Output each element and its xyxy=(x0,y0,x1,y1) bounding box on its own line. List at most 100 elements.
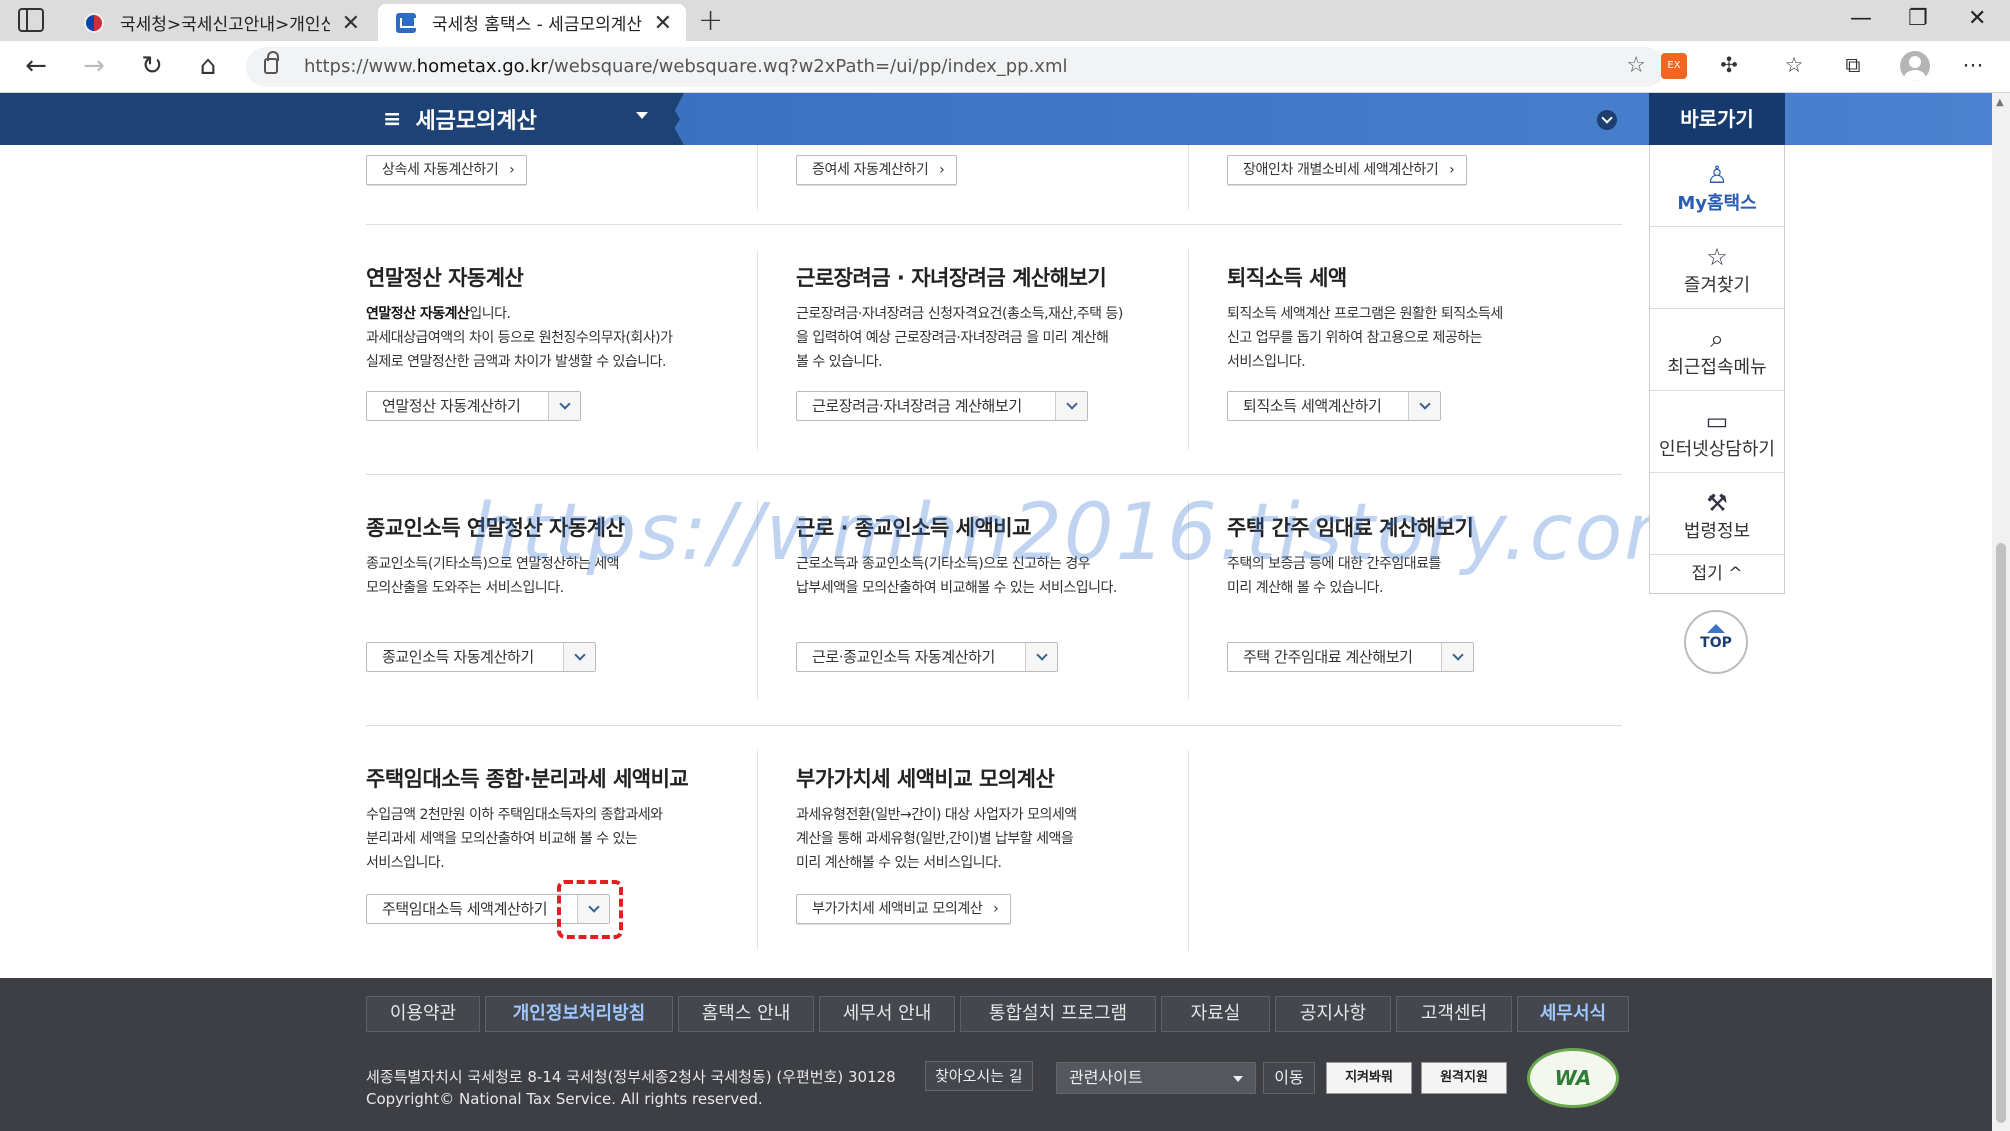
chevron-down-icon[interactable] xyxy=(1441,643,1473,671)
tab-ntstax-guide[interactable]: 국세청>국세신고안내>개인신고안내> ✕ xyxy=(66,4,374,41)
directions-button[interactable]: 찾아오시는 길 xyxy=(925,1061,1033,1091)
policy-badge-button[interactable]: 지켜봐뭐 xyxy=(1326,1062,1412,1094)
close-icon[interactable]: ✕ xyxy=(654,11,672,36)
add-favorite-icon[interactable]: ☆ xyxy=(1626,53,1646,78)
remote-support-button[interactable]: 원격지원 xyxy=(1421,1062,1507,1094)
footer-link-terms[interactable]: 이용약관 xyxy=(366,996,480,1032)
chevron-down-icon[interactable] xyxy=(1025,643,1057,671)
menu-title: 세금모의계산 xyxy=(415,109,537,134)
favorites-icon[interactable]: ☆ xyxy=(1781,53,1807,79)
footer-link-hometax-guide[interactable]: 홈택스 안내 xyxy=(678,996,814,1032)
quick-law-info[interactable]: ⚒ 법령정보 xyxy=(1650,473,1784,555)
column-divider xyxy=(757,145,758,210)
quick-recent-menu[interactable]: ⌕ 최근접속메뉴 xyxy=(1650,309,1784,391)
quick-my-hometax[interactable]: ♙ My홈택스 xyxy=(1650,145,1784,227)
vat-compare-button[interactable]: 부가가치세 세액비교 모의계산 › xyxy=(796,894,1012,924)
column-divider xyxy=(1188,145,1189,210)
chevron-down-icon[interactable] xyxy=(563,643,595,671)
footer-link-tax-forms[interactable]: 세무서식 xyxy=(1517,996,1629,1032)
back-icon[interactable]: ← xyxy=(20,51,52,81)
disabled-car-tax-calc-button[interactable]: 장애인차 개별소비세 세액계산하기 › xyxy=(1227,155,1468,185)
card-retirement-income: 퇴직소득 세액 퇴직소득 세액계산 프로그램은 원활한 퇴직소득세 신고 업무를… xyxy=(1227,262,1617,374)
quick-fold-button[interactable]: 접기 ^ xyxy=(1650,555,1784,593)
tab-label: 국세청>국세신고안내>개인신고안내> xyxy=(120,15,330,35)
retirement-calc-dropdown[interactable]: 퇴직소득 세액계산하기 xyxy=(1227,391,1441,421)
menu-dropdown[interactable]: ≡ 세금모의계산 xyxy=(383,103,537,135)
card-year-end-settlement: 연말정산 자동계산 연말정산 자동계산입니다. 과세대상급여액의 차이 등으로 원… xyxy=(366,262,756,374)
earned-income-calc-dropdown[interactable]: 근로장려금·자녀장려금 계산해보기 xyxy=(796,391,1088,421)
card-desc: 연말정산 자동계산입니다. 과세대상급여액의 차이 등으로 원천징수의무자(회사)… xyxy=(366,306,673,370)
window-close-icon[interactable]: ✕ xyxy=(1968,6,1986,31)
minimize-icon[interactable]: — xyxy=(1850,6,1872,31)
sidebar-toggle-icon[interactable] xyxy=(18,8,44,32)
scroll-top-button[interactable]: TOP xyxy=(1684,610,1748,674)
scroll-thumb[interactable] xyxy=(1996,543,2006,1123)
chevron-down-icon[interactable] xyxy=(548,392,580,420)
extensions-puzzle-icon[interactable]: ✣ xyxy=(1716,53,1742,79)
column-divider xyxy=(1188,500,1189,700)
column-divider xyxy=(1188,250,1189,450)
close-icon[interactable]: ✕ xyxy=(342,11,360,36)
chevron-right-icon: › xyxy=(1449,162,1455,178)
footer-link-install[interactable]: 통합설치 프로그램 xyxy=(960,996,1156,1032)
tab-label: 국세청 홈택스 - 세금모의계산 xyxy=(432,15,642,35)
more-menu-icon[interactable]: ⋯ xyxy=(1960,53,1986,79)
religious-calc-dropdown[interactable]: 종교인소득 자동계산하기 xyxy=(366,642,596,672)
deemed-rent-calc-dropdown[interactable]: 주택 간주임대료 계산해보기 xyxy=(1227,642,1474,672)
url-field[interactable]: https://www.hometax.go.kr/websquare/webs… xyxy=(246,47,1666,87)
profile-avatar[interactable] xyxy=(1900,51,1930,81)
card-religious-income: 종교인소득 연말정산 자동계산 종교인소득(기타소득)으로 연말정산하는 세액 … xyxy=(366,512,756,600)
card-desc: 수입금액 2천만원 이하 주택임대소득자의 종합과세와 분리과세 세액을 모의산… xyxy=(366,807,663,871)
gavel-icon: ⚒ xyxy=(1706,489,1728,517)
new-tab-icon[interactable]: + xyxy=(698,3,723,38)
footer-link-privacy[interactable]: 개인정보처리방침 xyxy=(485,996,673,1032)
arrow-up-icon xyxy=(1707,624,1725,633)
collections-icon[interactable]: ⧉ xyxy=(1840,53,1866,79)
korea-flag-icon xyxy=(84,13,104,33)
chevron-up-icon: ^ xyxy=(1728,564,1743,584)
footer-link-archive[interactable]: 자료실 xyxy=(1161,996,1270,1032)
row-divider xyxy=(366,224,1622,225)
gift-tax-calc-button[interactable]: 증여세 자동계산하기 › xyxy=(796,155,958,185)
tab-hometax-simulation[interactable]: 국세청 홈택스 - 세금모의계산 ✕ xyxy=(378,4,686,41)
hamburger-icon: ≡ xyxy=(383,106,402,132)
refresh-icon[interactable]: ↻ xyxy=(136,51,168,81)
card-title: 근로 · 종교인소득 세액비교 xyxy=(796,516,1031,540)
quick-item-label: 인터넷상담하기 xyxy=(1659,439,1775,460)
star-icon: ☆ xyxy=(1706,243,1728,271)
quick-favorites[interactable]: ☆ 즐겨찾기 xyxy=(1650,227,1784,309)
year-end-calc-dropdown[interactable]: 연말정산 자동계산하기 xyxy=(366,391,581,421)
ex-extension-icon[interactable]: EX xyxy=(1661,53,1687,79)
footer-link-notice[interactable]: 공지사항 xyxy=(1275,996,1391,1032)
hometax-favicon-icon xyxy=(396,13,416,33)
footer-copyright: Copyright© National Tax Service. All rig… xyxy=(366,1090,763,1108)
related-sites-select[interactable]: 관련사이트 xyxy=(1056,1062,1256,1094)
footer-link-tax-office[interactable]: 세무서 안내 xyxy=(819,996,955,1032)
maximize-icon[interactable]: ❐ xyxy=(1908,6,1928,31)
url-text: https://www.hometax.go.kr/websquare/webs… xyxy=(304,56,1068,77)
home-icon[interactable]: ⌂ xyxy=(192,51,224,81)
page-scrollbar[interactable]: ▲ xyxy=(1992,93,2010,1131)
card-earned-income-credit: 근로장려금 · 자녀장려금 계산해보기 근로장려금·자녀장려금 신청자격요건(총… xyxy=(796,262,1186,374)
forward-icon[interactable]: → xyxy=(78,51,110,81)
chevron-down-icon[interactable] xyxy=(1408,392,1440,420)
menu-band-left xyxy=(0,93,680,145)
labor-religious-calc-dropdown[interactable]: 근로·종교인소득 자동계산하기 xyxy=(796,642,1058,672)
column-divider xyxy=(1188,750,1189,950)
column-divider xyxy=(757,750,758,950)
lock-icon[interactable] xyxy=(264,51,279,74)
chevron-down-icon[interactable] xyxy=(1055,392,1087,420)
web-accessibility-mark: WA xyxy=(1527,1048,1619,1108)
caret-down-icon[interactable] xyxy=(636,112,648,119)
chevron-down-icon[interactable] xyxy=(1597,110,1617,130)
footer-link-customer-center[interactable]: 고객센터 xyxy=(1396,996,1512,1032)
recent-menu-icon: ⌕ xyxy=(1710,325,1724,353)
card-title: 근로장려금 · 자녀장려금 계산해보기 xyxy=(796,266,1107,290)
quick-internet-consult[interactable]: ▭ 인터넷상담하기 xyxy=(1650,391,1784,473)
scroll-up-icon[interactable]: ▲ xyxy=(1996,97,2004,108)
inheritance-tax-calc-button[interactable]: 상속세 자동계산하기 › xyxy=(366,155,528,185)
go-button[interactable]: 이동 xyxy=(1263,1062,1315,1094)
quick-links-list: ♙ My홈택스 ☆ 즐겨찾기 ⌕ 최근접속메뉴 ▭ 인터넷상담하기 ⚒ 법령정보 접기 ^ xyxy=(1649,145,1785,594)
user-icon: ♙ xyxy=(1706,161,1728,189)
card-title: 주택임대소득 종합·분리과세 세액비교 xyxy=(366,767,689,791)
